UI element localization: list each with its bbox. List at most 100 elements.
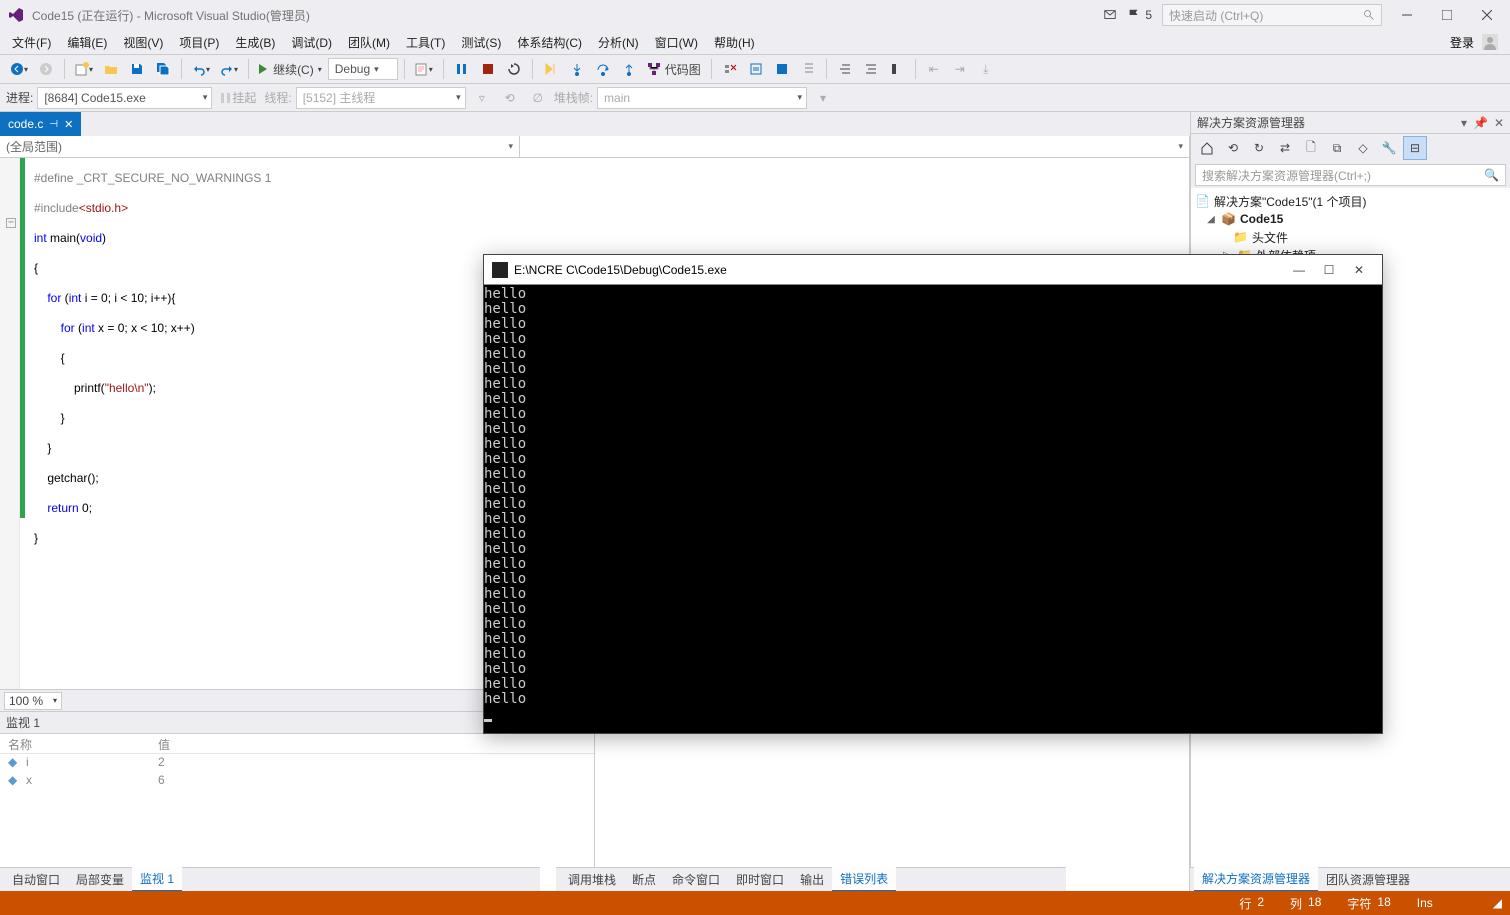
watch-row[interactable]: ◆x6 xyxy=(0,772,594,790)
menu-help[interactable]: 帮助(H) xyxy=(706,32,763,53)
tb-icon[interactable]: ▾ xyxy=(811,86,835,110)
pin-icon[interactable]: 📌 xyxy=(1473,116,1488,130)
btab-errorlist[interactable]: 错误列表 xyxy=(832,867,896,892)
tree-project[interactable]: ◢📦Code15 xyxy=(1195,210,1506,228)
console-titlebar[interactable]: E:\NCRE C\Code15\Debug\Code15.exe — ☐ ✕ xyxy=(484,255,1382,285)
codemap-button[interactable]: 代码图 xyxy=(643,57,705,81)
menu-debug[interactable]: 调试(D) xyxy=(283,32,340,53)
btab-output[interactable]: 输出 xyxy=(792,868,832,891)
step-out-button[interactable] xyxy=(617,57,641,81)
menu-test[interactable]: 测试(S) xyxy=(453,32,509,53)
tab-code-c[interactable]: code.c⊣✕ xyxy=(0,112,81,136)
pause-button[interactable] xyxy=(450,57,474,81)
stackframe-combo[interactable]: main▾ xyxy=(597,87,807,109)
tb-icon[interactable]: 🔧 xyxy=(1377,136,1401,160)
close-icon[interactable]: ✕ xyxy=(1494,116,1504,130)
tb-icon[interactable] xyxy=(796,57,820,81)
dropdown-icon[interactable]: ▾ xyxy=(1461,116,1467,130)
tb-icon[interactable]: ↻ xyxy=(1247,136,1271,160)
step-into-button[interactable] xyxy=(565,57,589,81)
console-window[interactable]: E:\NCRE C\Code15\Debug\Code15.exe — ☐ ✕ … xyxy=(483,254,1383,734)
new-project-button[interactable]: ▾ xyxy=(71,57,97,81)
tb-icon[interactable]: ⇥ xyxy=(948,57,972,81)
chevron-down-icon[interactable]: ◢ xyxy=(1205,214,1217,225)
find-in-files-button[interactable]: ▾ xyxy=(411,57,437,81)
process-combo[interactable]: [8684] Code15.exe▾ xyxy=(37,87,212,109)
tb-icon[interactable]: ◇ xyxy=(1351,136,1375,160)
tb-icon[interactable]: ⇤ xyxy=(922,57,946,81)
btab-immediate[interactable]: 即时窗口 xyxy=(728,868,792,891)
maximize-button[interactable] xyxy=(1432,3,1462,27)
fold-icon[interactable]: − xyxy=(6,218,16,228)
close-button[interactable] xyxy=(1472,3,1502,27)
home-icon[interactable] xyxy=(1195,136,1219,160)
menu-analyze[interactable]: 分析(N) xyxy=(590,32,647,53)
tb-icon[interactable] xyxy=(718,57,742,81)
console-minimize[interactable]: — xyxy=(1284,258,1314,282)
menu-file[interactable]: 文件(F) xyxy=(4,32,59,53)
tb-icon[interactable]: ⤓ xyxy=(974,57,998,81)
menu-window[interactable]: 窗口(W) xyxy=(647,32,706,53)
save-button[interactable] xyxy=(125,57,149,81)
menu-tools[interactable]: 工具(T) xyxy=(398,32,453,53)
btab-team-explorer[interactable]: 团队资源管理器 xyxy=(1318,868,1418,891)
tb-icon[interactable]: 🗋 xyxy=(1299,136,1323,160)
step-over-button[interactable] xyxy=(591,57,615,81)
btab-breakpoints[interactable]: 断点 xyxy=(624,868,664,891)
tb-icon[interactable] xyxy=(859,57,883,81)
continue-button[interactable]: 继续(C)▾ xyxy=(255,57,326,81)
suspend-button[interactable]: 挂起 xyxy=(216,86,260,110)
flag-icon[interactable]: 5 xyxy=(1127,8,1152,22)
close-tab-icon[interactable]: ✕ xyxy=(64,118,73,131)
tb-icon[interactable]: ⧉ xyxy=(1325,136,1349,160)
tb-icon[interactable] xyxy=(885,57,909,81)
redo-button[interactable]: ▾ xyxy=(216,57,242,81)
save-all-button[interactable] xyxy=(151,57,175,81)
login-link[interactable]: 登录 xyxy=(1450,34,1474,51)
tb-icon[interactable]: ⟲ xyxy=(1221,136,1245,160)
tb-icon[interactable]: ▿ xyxy=(470,86,494,110)
user-icon[interactable] xyxy=(1482,34,1498,50)
tb-icon[interactable]: ∅ xyxy=(526,86,550,110)
tb-icon[interactable] xyxy=(744,57,768,81)
scope-right[interactable]: ▾ xyxy=(520,136,1190,157)
btab-solution-explorer[interactable]: 解决方案资源管理器 xyxy=(1194,867,1318,892)
menu-edit[interactable]: 编辑(E) xyxy=(59,32,115,53)
pin-icon[interactable]: ⊣ xyxy=(49,119,58,130)
console-maximize[interactable]: ☐ xyxy=(1314,258,1344,282)
resize-grip-icon[interactable]: ◢ xyxy=(1493,896,1502,910)
undo-button[interactable]: ▾ xyxy=(188,57,214,81)
btab-autos[interactable]: 自动窗口 xyxy=(4,868,68,891)
menu-view[interactable]: 视图(V) xyxy=(115,32,171,53)
menu-arch[interactable]: 体系结构(C) xyxy=(509,32,590,53)
tree-solution[interactable]: 📄解决方案"Code15"(1 个项目) xyxy=(1195,192,1506,210)
side-search-input[interactable]: 搜索解决方案资源管理器(Ctrl+;)🔍 xyxy=(1195,164,1506,186)
open-button[interactable] xyxy=(99,57,123,81)
menu-project[interactable]: 项目(P) xyxy=(171,32,227,53)
back-button[interactable]: ▾ xyxy=(6,57,32,81)
menu-build[interactable]: 生成(B) xyxy=(227,32,283,53)
scope-left[interactable]: (全局范围)▾ xyxy=(0,136,520,157)
tb-icon[interactable]: ⇄ xyxy=(1273,136,1297,160)
quick-launch-input[interactable]: 快速启动 (Ctrl+Q) xyxy=(1162,4,1382,26)
tb-icon[interactable]: ⟲ xyxy=(498,86,522,110)
config-combo[interactable]: Debug▾ xyxy=(328,58,398,80)
btab-locals[interactable]: 局部变量 xyxy=(68,868,132,891)
btab-callstack[interactable]: 调用堆栈 xyxy=(560,868,624,891)
tree-headers[interactable]: 📁头文件 xyxy=(1195,228,1506,246)
restart-button[interactable] xyxy=(502,57,526,81)
forward-button[interactable] xyxy=(34,57,58,81)
tb-icon[interactable] xyxy=(833,57,857,81)
next-statement-button[interactable] xyxy=(539,57,563,81)
notifications-icon[interactable] xyxy=(1103,8,1117,22)
thread-combo[interactable]: [5152] 主线程▾ xyxy=(296,87,466,109)
watch-row[interactable]: ◆i2 xyxy=(0,754,594,772)
tb-icon[interactable] xyxy=(770,57,794,81)
stop-button[interactable] xyxy=(476,57,500,81)
zoom-combo[interactable]: 100 %▾ xyxy=(4,692,62,710)
btab-watch1[interactable]: 监视 1 xyxy=(132,867,182,892)
menu-team[interactable]: 团队(M) xyxy=(340,32,398,53)
console-close[interactable]: ✕ xyxy=(1344,258,1374,282)
tb-icon[interactable]: ⊟ xyxy=(1403,136,1427,160)
btab-command[interactable]: 命令窗口 xyxy=(664,868,728,891)
